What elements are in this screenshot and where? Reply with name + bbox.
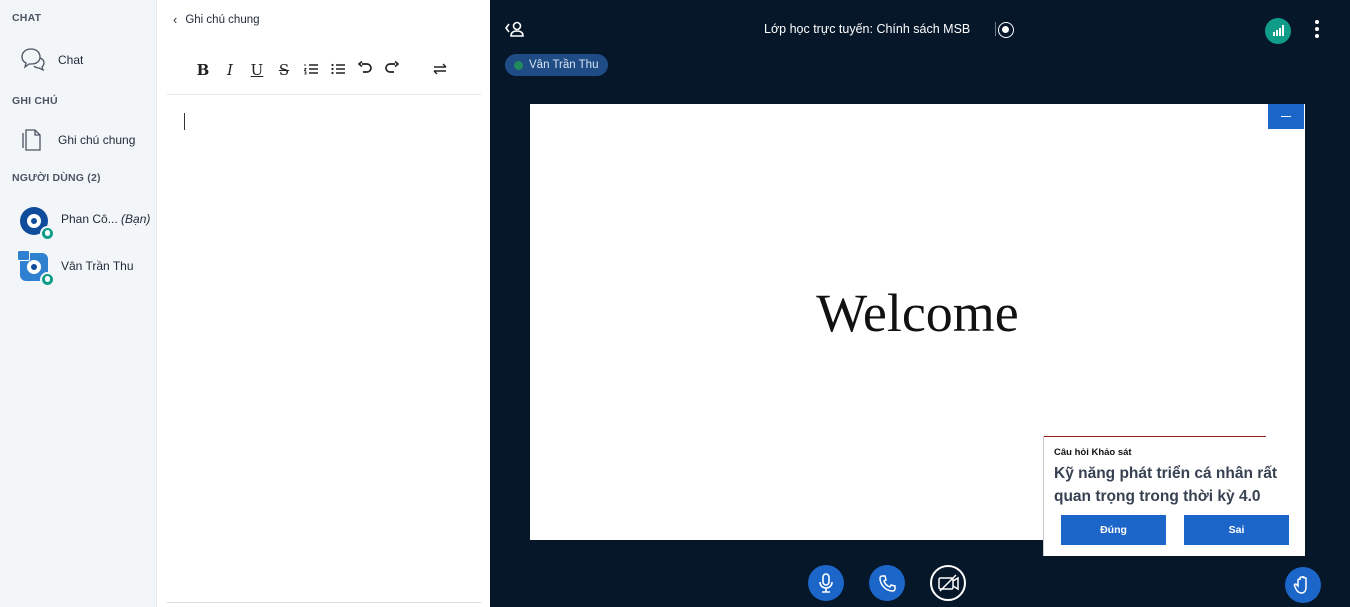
slide-text: Welcome	[816, 283, 1019, 343]
user-list-item[interactable]: Vân Trần Thu	[0, 249, 156, 289]
sidebar-item-notes[interactable]: Ghi chú chung	[0, 122, 156, 158]
ordered-list-icon	[303, 64, 318, 75]
user-avatar	[17, 250, 55, 287]
user-icon	[505, 21, 524, 37]
hand-icon	[1293, 576, 1307, 594]
chat-icon	[21, 48, 45, 72]
title-divider	[995, 22, 996, 36]
undo-icon	[357, 60, 372, 73]
toolbar-divider	[167, 94, 481, 95]
underline-button[interactable]: U	[249, 61, 265, 79]
connection-status-button[interactable]	[1265, 18, 1291, 44]
swap-button[interactable]	[432, 61, 448, 79]
strikethrough-button[interactable]: S	[276, 61, 292, 79]
user-list-item[interactable]: Phan Cô... (Bạn)	[0, 203, 156, 243]
meeting-title: Lớp học trực tuyến: Chính sách MSB	[764, 22, 971, 36]
poll-option-false-button[interactable]: Sai	[1184, 515, 1289, 545]
swap-icon	[433, 63, 447, 75]
microphone-icon	[40, 226, 55, 241]
ordered-list-button[interactable]	[303, 61, 319, 79]
sidebar: CHAT Chat GHI CHÚ Ghi chú chung NGƯỜI DÙ…	[0, 0, 157, 607]
minimize-presentation-button[interactable]	[1268, 104, 1304, 129]
sidebar-item-chat[interactable]: Chat	[0, 42, 156, 78]
notes-editor[interactable]	[167, 96, 481, 601]
text-cursor	[184, 113, 185, 130]
phone-button[interactable]	[869, 565, 905, 601]
user-name: Vân Trần Thu	[61, 259, 134, 273]
camera-button[interactable]	[930, 565, 966, 601]
microphone-icon	[819, 573, 833, 593]
notes-toolbar: B I U S	[195, 58, 459, 82]
poll-question: Kỹ năng phát triển cá nhân rất quan trọn…	[1054, 465, 1278, 505]
notes-panel: ‹ Ghi chú chung B I U S	[157, 0, 490, 607]
undo-button[interactable]	[357, 60, 373, 79]
record-button[interactable]	[998, 22, 1014, 38]
bold-button[interactable]: B	[195, 61, 211, 79]
italic-button[interactable]: I	[222, 61, 238, 79]
poll-heading: Câu hỏi Khảo sát	[1054, 447, 1132, 458]
poll-option-true-button[interactable]: Đúng	[1061, 515, 1166, 545]
notes-title: Ghi chú chung	[185, 13, 260, 26]
redo-icon	[385, 60, 400, 73]
microphone-button[interactable]	[808, 565, 844, 601]
users-section-title: NGƯỜI DÙNG (2)	[12, 172, 101, 184]
talking-indicator[interactable]: Vân Trần Thu	[505, 54, 609, 76]
hand-icon	[27, 260, 41, 274]
poll-panel: Câu hỏi Khảo sát Kỹ năng phát triển cá n…	[1043, 436, 1305, 556]
options-menu-button[interactable]	[1314, 20, 1320, 40]
redo-button[interactable]	[384, 60, 400, 79]
notes-bottom-divider	[167, 602, 481, 603]
phone-icon	[879, 575, 896, 592]
user-name: Phan Cô... (Bạn)	[61, 212, 151, 226]
bullet-list-icon	[331, 63, 345, 75]
presentation-area: Lớp học trực tuyến: Chính sách MSB Vân T…	[490, 0, 1350, 607]
hand-icon	[27, 214, 41, 228]
user-avatar	[20, 207, 55, 241]
bullet-list-button[interactable]	[330, 61, 346, 79]
raise-hand-button[interactable]	[1285, 567, 1321, 603]
presenter-icon	[17, 250, 30, 261]
chat-section-title: CHAT	[12, 12, 42, 24]
camera-off-icon	[938, 574, 959, 592]
users-toggle-button[interactable]	[504, 20, 524, 43]
document-icon	[22, 129, 41, 151]
sidebar-item-chat-label: Chat	[58, 53, 84, 67]
chevron-left-icon: ‹	[173, 12, 178, 27]
notes-section-title: GHI CHÚ	[12, 95, 58, 107]
notes-back-button[interactable]: ‹ Ghi chú chung	[173, 12, 260, 27]
sidebar-item-notes-label: Ghi chú chung	[58, 133, 136, 147]
microphone-icon	[40, 272, 55, 287]
